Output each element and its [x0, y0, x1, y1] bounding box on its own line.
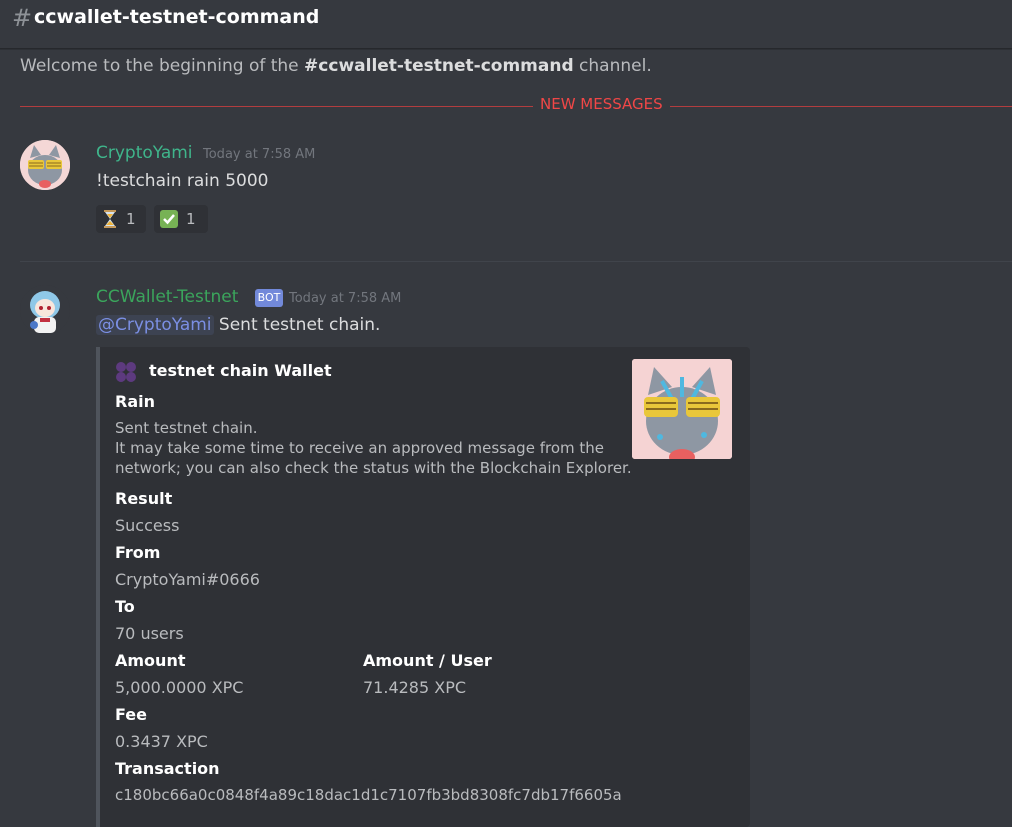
embed-desc-line: Sent testnet chain.: [115, 419, 258, 437]
embed-author[interactable]: testnet chain Wallet: [149, 361, 332, 380]
field-name-transaction: Transaction: [115, 759, 220, 778]
embed-desc-line: network; you can also check the status w…: [115, 459, 632, 477]
field-name-fee: Fee: [115, 705, 147, 724]
embed-desc-line: It may take some time to receive an appr…: [115, 439, 604, 457]
field-value-amount: 5,000.0000 XPC: [115, 678, 244, 697]
channel-welcome: Welcome to the beginning of the #ccwalle…: [20, 56, 652, 76]
reaction-count: 1: [126, 210, 136, 228]
cat-thumbnail-icon: [632, 359, 732, 459]
field-name-amount-per-user: Amount / User: [363, 651, 492, 670]
avatar[interactable]: [20, 140, 70, 190]
reaction-hourglass[interactable]: 1: [96, 205, 146, 233]
embed-description: Sent testnet chain. It may take some tim…: [115, 418, 632, 478]
welcome-channel[interactable]: #ccwallet-testnet-command: [304, 56, 574, 76]
message-timestamp: Today at 7:58 AM: [203, 147, 316, 162]
cat-avatar-icon: [20, 140, 70, 190]
field-value-transaction[interactable]: c180bc66a0c0848f4a89c18dac1d1c7107fb3bd8…: [115, 786, 622, 804]
field-name-result: Result: [115, 489, 173, 508]
message-author[interactable]: CCWallet-Testnet: [96, 287, 238, 307]
message-author[interactable]: CryptoYami: [96, 143, 193, 163]
welcome-prefix: Welcome to the beginning of the: [20, 56, 305, 76]
message-separator: [20, 261, 1012, 262]
user-mention[interactable]: @CryptoYami: [96, 315, 214, 335]
reaction-check[interactable]: 1: [154, 205, 208, 233]
reaction-count: 1: [186, 210, 196, 228]
anime-girl-avatar-icon: [20, 285, 70, 335]
channel-header: # ccwallet-testnet-command: [0, 0, 1012, 49]
welcome-suffix: channel.: [573, 56, 652, 76]
new-messages-label[interactable]: NEW MESSAGES: [533, 95, 670, 113]
field-value-to: 70 users: [115, 624, 184, 643]
channel-hash-icon: #: [12, 4, 33, 32]
embed-title: Rain: [115, 392, 155, 411]
field-name-from: From: [115, 543, 161, 562]
channel-title: ccwallet-testnet-command: [34, 6, 320, 28]
bot-badge: BOT: [255, 289, 283, 307]
message-content: !testchain rain 5000: [96, 171, 269, 191]
bot-avatar[interactable]: [20, 285, 70, 335]
message-timestamp: Today at 7:58 AM: [289, 291, 402, 306]
message-text: Sent testnet chain.: [213, 315, 381, 335]
hourglass-icon: [104, 210, 116, 228]
field-value-from: CryptoYami#0666: [115, 570, 260, 589]
field-value-fee: 0.3437 XPC: [115, 732, 208, 751]
message-content: @CryptoYami Sent testnet chain.: [96, 315, 380, 335]
field-name-to: To: [115, 597, 135, 616]
check-icon: [160, 210, 178, 228]
embed-thumbnail[interactable]: [632, 359, 732, 459]
wallet-logo-icon: [116, 362, 136, 382]
new-messages-divider: [20, 106, 1012, 107]
field-value-amount-per-user: 71.4285 XPC: [363, 678, 467, 697]
field-value-result: Success: [115, 516, 180, 535]
field-name-amount: Amount: [115, 651, 186, 670]
